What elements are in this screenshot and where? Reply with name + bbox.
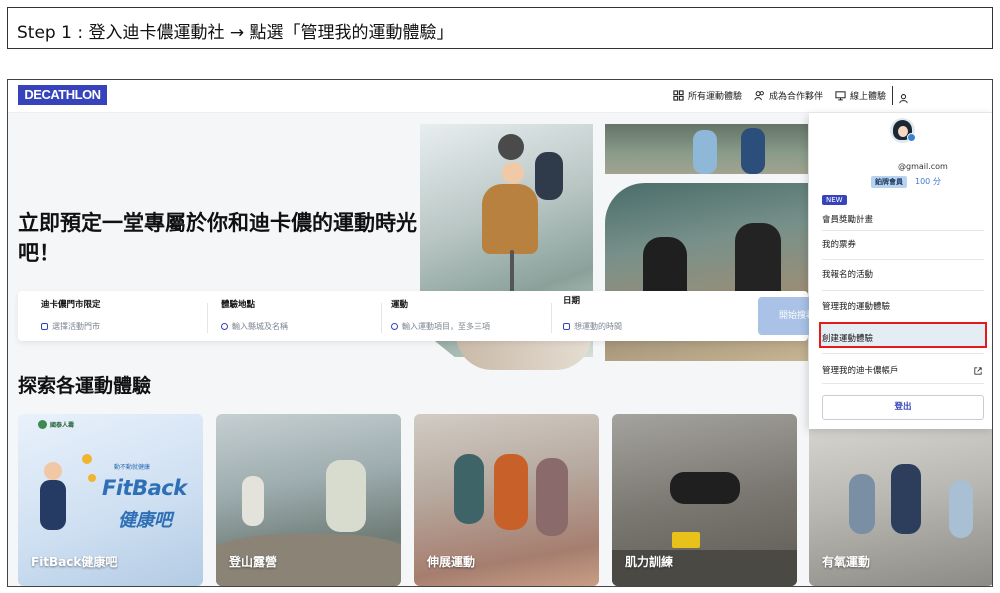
nav-all-experiences[interactable]: 所有運動體驗 bbox=[673, 89, 742, 102]
fitback-tagline: 動不動就健康 bbox=[114, 464, 151, 471]
external-link-icon bbox=[974, 367, 982, 375]
hero-image-runners bbox=[605, 124, 808, 174]
menu-item-create-experience[interactable]: 創建運動體驗 bbox=[822, 332, 984, 344]
card-label: 有氧運動 bbox=[822, 555, 871, 569]
step-banner: Step 1 : 登入迪卡儂運動社 → 點選「管理我的運動體驗」 bbox=[7, 7, 993, 49]
nav-online-experience[interactable]: 線上體驗 bbox=[835, 89, 886, 102]
sponsor-logo: 國泰人壽 bbox=[38, 420, 74, 429]
logout-button[interactable]: 登出 bbox=[822, 395, 984, 420]
search-sport-placeholder: 輸入運動項目，至多三項 bbox=[402, 322, 490, 331]
card-label: 登山露營 bbox=[229, 555, 278, 569]
screenshot-frame: DECATHLON 所有運動體驗 成為合作夥伴 線上體驗 立即預定一堂專屬於你和… bbox=[7, 79, 993, 587]
search-separator bbox=[381, 303, 382, 333]
search-location-label: 體驗地點 bbox=[221, 300, 256, 310]
card-aerobic[interactable]: 有氧運動 bbox=[809, 414, 992, 586]
step-text: Step 1 : 登入迪卡儂運動社 → 點選「管理我的運動體驗」 bbox=[17, 23, 454, 43]
search-icon bbox=[391, 323, 398, 330]
menu-item-manage-account[interactable]: 管理我的迪卡儂帳戶 bbox=[822, 364, 984, 376]
account-dropdown: @gmail.com 鉑牌會員 100 分 NEW 會員獎勵計畫 我的票券 我報… bbox=[809, 113, 992, 429]
store-icon bbox=[41, 323, 48, 330]
decathlon-logo[interactable]: DECATHLON bbox=[18, 85, 107, 105]
search-location-placeholder: 輸入縣城及名稱 bbox=[232, 322, 288, 331]
search-date-label: 日期 bbox=[563, 296, 581, 306]
menu-divider bbox=[822, 383, 984, 384]
search-separator bbox=[551, 303, 552, 333]
search-sport-label: 運動 bbox=[391, 300, 409, 310]
search-date-placeholder: 想運動的時間 bbox=[574, 322, 622, 331]
user-email: @gmail.com bbox=[898, 162, 948, 171]
menu-item-my-activities[interactable]: 我報名的活動 bbox=[822, 268, 984, 280]
card-label: 伸展運動 bbox=[427, 555, 476, 569]
nav-online-experience-label: 線上體驗 bbox=[850, 92, 887, 102]
menu-divider bbox=[822, 290, 984, 291]
card-fitback[interactable]: 國泰人壽 動不動就健康 FitBack 健康吧 FitBack健康吧 bbox=[18, 414, 203, 586]
nav-become-partner-label: 成為合作夥伴 bbox=[769, 92, 824, 102]
card-hiking-camping[interactable]: 登山露營 bbox=[216, 414, 401, 586]
location-pin-icon bbox=[221, 323, 228, 330]
user-icon bbox=[899, 94, 908, 104]
search-store-label: 迪卡儂門市限定 bbox=[41, 300, 101, 310]
nav-become-partner[interactable]: 成為合作夥伴 bbox=[754, 89, 823, 102]
menu-item-rewards[interactable]: 會員獎勵計畫 bbox=[822, 213, 984, 225]
calendar-icon bbox=[563, 323, 570, 330]
member-points: 100 分 bbox=[915, 177, 941, 186]
top-nav: DECATHLON 所有運動體驗 成為合作夥伴 線上體驗 bbox=[8, 80, 992, 113]
people-icon bbox=[754, 91, 764, 101]
grid-icon bbox=[673, 90, 684, 101]
section-title: 探索各運動體驗 bbox=[18, 375, 152, 397]
new-badge: NEW bbox=[822, 195, 847, 205]
sponsor-name: 國泰人壽 bbox=[50, 422, 75, 429]
sponsor-leaf-icon bbox=[38, 420, 47, 429]
menu-item-manage-experiences[interactable]: 管理我的運動體驗 bbox=[822, 300, 984, 312]
menu-item-my-tickets[interactable]: 我的票券 bbox=[822, 238, 984, 250]
search-separator bbox=[207, 303, 208, 333]
nav-divider bbox=[892, 86, 893, 105]
nav-all-experiences-label: 所有運動體驗 bbox=[688, 92, 743, 102]
member-tier-badge: 鉑牌會員 bbox=[871, 176, 907, 188]
fitback-brand-cn: 健康吧 bbox=[118, 510, 172, 531]
hero-title: 立即預定一堂專屬於你和迪卡儂的運動時光吧！ bbox=[18, 211, 417, 265]
card-label: 肌力訓練 bbox=[625, 555, 674, 569]
search-store-placeholder: 選擇活動門市 bbox=[52, 322, 100, 331]
experience-search-bar: 迪卡儂門市限定 選擇活動門市 體驗地點 輸入縣城及名稱 運動 輸入運動項目，至多… bbox=[18, 291, 818, 341]
menu-divider bbox=[822, 353, 984, 354]
card-label: FitBack健康吧 bbox=[31, 555, 118, 569]
menu-divider bbox=[822, 230, 984, 231]
card-strength-training[interactable]: 肌力訓練 bbox=[612, 414, 797, 586]
card-stretching[interactable]: 伸展運動 bbox=[414, 414, 599, 586]
fitback-brand: FitBack bbox=[102, 476, 187, 500]
menu-divider bbox=[822, 259, 984, 260]
edit-pencil-icon[interactable] bbox=[907, 133, 916, 142]
monitor-icon bbox=[835, 91, 846, 101]
nav-user-button[interactable] bbox=[898, 89, 909, 108]
